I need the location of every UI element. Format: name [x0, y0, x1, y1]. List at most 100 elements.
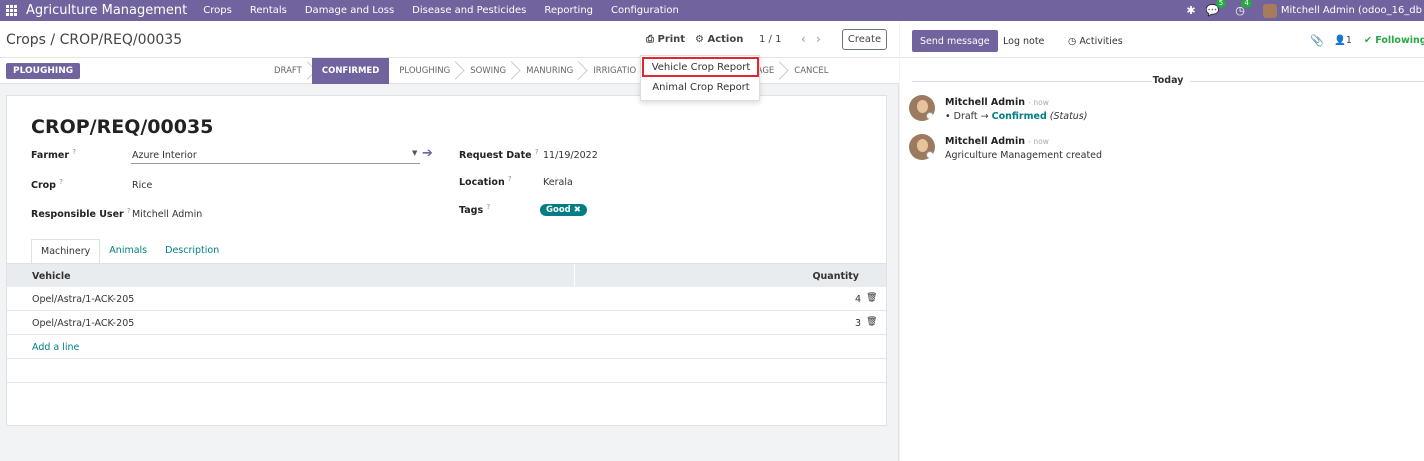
- message-author: Mitchell Admin - now: [945, 136, 1049, 147]
- new-value: Confirmed: [991, 111, 1047, 122]
- trash-icon[interactable]: 🗑: [866, 293, 877, 303]
- menu-reporting[interactable]: Reporting: [544, 5, 593, 16]
- location-value[interactable]: Kerala: [543, 177, 573, 188]
- followers-button[interactable]: 👤1: [1334, 35, 1352, 46]
- tag-remove-icon[interactable]: ✖: [574, 205, 581, 215]
- tags-label: Tags ?: [459, 203, 491, 217]
- stage-manuring[interactable]: MANURING: [516, 58, 583, 84]
- stage-cancel[interactable]: CANCEL: [784, 58, 838, 84]
- trash-icon[interactable]: 🗑: [866, 317, 877, 327]
- print-dropdown-menu: Vehicle Crop Report Animal Crop Report: [640, 55, 760, 101]
- action-label: Action: [707, 34, 744, 45]
- stage-confirmed[interactable]: CONFIRMED: [311, 58, 390, 84]
- log-note-button[interactable]: Log note: [1003, 36, 1044, 47]
- record-title: CROP/REQ/00035: [31, 116, 214, 138]
- menu-rentals[interactable]: Rentals: [250, 5, 287, 16]
- menu-configuration[interactable]: Configuration: [611, 5, 679, 16]
- stage-draft[interactable]: DRAFT: [264, 58, 312, 84]
- highlight-box: [642, 57, 759, 77]
- activities-button[interactable]: ◷ Activities: [1068, 36, 1123, 47]
- animal-crop-report-item[interactable]: Animal Crop Report: [641, 77, 761, 97]
- message-author: Mitchell Admin - now: [945, 97, 1049, 108]
- table-header: Vehicle Quantity: [7, 263, 886, 288]
- request-date-label: Request Date ?: [459, 148, 539, 162]
- followers-count: 1: [1345, 35, 1352, 46]
- add-line-link[interactable]: Add a line: [32, 342, 79, 353]
- breadcrumb[interactable]: Crops / CROP/REQ/00035: [6, 32, 182, 48]
- top-navbar: Agriculture Management Crops Rentals Dam…: [0, 0, 1424, 21]
- user-icon: 👤: [1334, 35, 1346, 46]
- presence-icon: [926, 112, 934, 120]
- responsible-user-value[interactable]: Mitchell Admin: [132, 209, 202, 220]
- menu-damage-and-loss[interactable]: Damage and Loss: [305, 5, 394, 16]
- app-brand[interactable]: Agriculture Management: [26, 3, 187, 18]
- table-row[interactable]: Opel/Astra/1-ACK-205 3 🗑: [7, 311, 886, 335]
- menu-disease-and-pesticides[interactable]: Disease and Pesticides: [412, 5, 526, 16]
- send-message-button[interactable]: Send message: [912, 30, 998, 52]
- clock-icon: ◷: [1068, 36, 1077, 47]
- stage-sowing[interactable]: SOWING: [460, 58, 516, 84]
- avatar[interactable]: [909, 95, 935, 121]
- control-panel: Crops / CROP/REQ/00035 ⎙ Print ⚙ Action …: [0, 21, 899, 58]
- check-icon: ✔: [1364, 35, 1372, 46]
- vehicle-cell[interactable]: Opel/Astra/1-ACK-205: [32, 318, 134, 329]
- quantity-cell[interactable]: 4: [855, 294, 861, 305]
- old-value: Draft: [953, 111, 978, 122]
- chevron-left-icon[interactable]: ‹: [801, 32, 806, 46]
- arrow-icon: →: [980, 111, 989, 122]
- action-button[interactable]: ⚙ Action: [695, 34, 743, 45]
- responsible-user-label: Responsible User ?: [31, 207, 131, 221]
- tab-animals[interactable]: Animals: [100, 239, 156, 264]
- form-sheet: CROP/REQ/00035 Farmer ? Azure Interior ▼…: [6, 95, 887, 426]
- farmer-value[interactable]: Azure Interior: [132, 150, 197, 161]
- divider: [1190, 81, 1424, 82]
- pager-value[interactable]: 1 / 1: [759, 34, 781, 45]
- systray: ✱ 💬 5 ◷ 4 Mitchell Admin (odoo_16_db: [1186, 0, 1424, 21]
- message-time: - now: [1028, 137, 1049, 146]
- location-label: Location ?: [459, 175, 512, 189]
- user-menu[interactable]: Mitchell Admin (odoo_16_db: [1262, 3, 1422, 18]
- vehicle-cell[interactable]: Opel/Astra/1-ACK-205: [32, 294, 134, 305]
- caret-down-icon[interactable]: ▼: [412, 149, 417, 157]
- activities-label: Activities: [1079, 36, 1123, 47]
- empty-row: [7, 359, 886, 383]
- machinery-table: Vehicle Quantity Opel/Astra/1-ACK-205 4 …: [7, 263, 886, 383]
- user-name: Mitchell Admin (odoo_16_db: [1280, 5, 1422, 16]
- paperclip-icon[interactable]: 📎: [1310, 34, 1324, 47]
- tab-machinery[interactable]: Machinery: [31, 239, 101, 264]
- user-avatar: [1262, 3, 1277, 18]
- external-link-arrow-icon[interactable]: ➔: [422, 146, 433, 161]
- following-label: Following: [1375, 35, 1424, 46]
- chatter-panel: Send message Log note ◷ Activities 📎 👤1 …: [900, 21, 1424, 461]
- tab-description[interactable]: Description: [156, 239, 228, 264]
- messages-icon[interactable]: 💬 5: [1206, 0, 1227, 17]
- farmer-label: Farmer ?: [31, 148, 77, 162]
- avatar[interactable]: [909, 134, 935, 160]
- apps-menu-icon[interactable]: [0, 0, 22, 21]
- create-button[interactable]: Create: [842, 29, 887, 50]
- quantity-cell[interactable]: 3: [855, 318, 861, 329]
- form-view: Crops / CROP/REQ/00035 ⎙ Print ⚙ Action …: [0, 21, 899, 461]
- gear-icon: ⚙: [695, 34, 704, 45]
- crop-label: Crop ?: [31, 178, 64, 192]
- chatter-topbar: Send message Log note ◷ Activities 📎 👤1 …: [900, 21, 1424, 58]
- chevron-right-icon[interactable]: ›: [816, 32, 821, 46]
- tag-good[interactable]: Good ✖: [540, 204, 587, 216]
- status-row: PLOUGHING DRAFT CONFIRMED PLOUGHING SOWI…: [0, 58, 899, 84]
- request-date-value[interactable]: 11/19/2022: [543, 150, 598, 161]
- print-button[interactable]: ⎙ Print: [646, 34, 685, 45]
- activities-clock-icon[interactable]: ◷ 4: [1235, 0, 1252, 17]
- crop-value[interactable]: Rice: [132, 180, 152, 191]
- column-vehicle[interactable]: Vehicle: [32, 271, 71, 282]
- ploughing-button[interactable]: PLOUGHING: [6, 63, 81, 79]
- print-label: Print: [657, 34, 686, 45]
- column-divider: [574, 264, 575, 288]
- table-row[interactable]: Opel/Astra/1-ACK-205 4 🗑: [7, 287, 886, 311]
- stage-ploughing[interactable]: PLOUGHING: [389, 58, 460, 84]
- following-button[interactable]: ✔ Following: [1364, 35, 1424, 46]
- tracked-field: (Status): [1049, 111, 1088, 122]
- presence-icon: [926, 151, 934, 159]
- menu-crops[interactable]: Crops: [203, 5, 232, 16]
- column-quantity[interactable]: Quantity: [812, 271, 859, 282]
- bug-icon[interactable]: ✱: [1186, 4, 1195, 17]
